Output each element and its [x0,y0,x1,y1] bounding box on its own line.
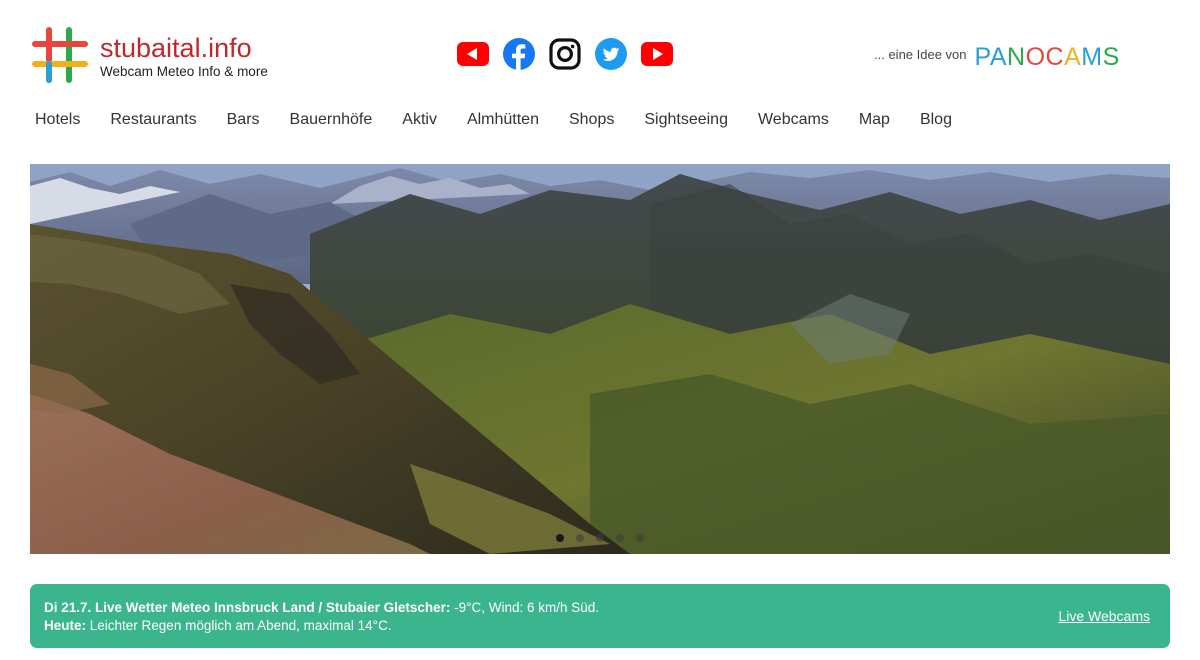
panocams-letter: S [1102,43,1120,71]
logo-title: stubaital.info [100,32,252,63]
slider-dots [556,534,644,542]
slider-dot[interactable] [616,534,624,542]
hashtag-logo-icon [32,27,90,85]
video-icon[interactable] [457,38,489,70]
panocams-letter: O [1025,43,1046,71]
nav-item-sightseeing[interactable]: Sightseeing [644,109,728,131]
panocams-letter: A [989,43,1008,71]
instagram-icon[interactable] [549,38,581,70]
panocams-letter: C [1045,43,1065,71]
hero-slider[interactable] [30,164,1170,554]
nav-item-aktiv[interactable]: Aktiv [402,109,437,131]
nav-item-blog[interactable]: Blog [920,109,952,131]
panocams-credit: ... eine Idee von PANOCAMS [874,43,1120,72]
nav-item-almh-tten[interactable]: Almhütten [467,109,539,131]
panocams-letter: M [1081,43,1103,71]
nav-item-bauernh-fe[interactable]: Bauernhöfe [290,109,373,131]
slider-dot[interactable] [596,534,604,542]
weather-today-label: Heute: [44,618,87,633]
slider-dot[interactable] [556,534,564,542]
panocams-letter: P [974,43,990,71]
live-webcams-link[interactable]: Live Webcams [1058,608,1150,624]
site-header: stubaital.info Webcam Meteo Info & more … [0,0,1200,128]
slider-dot[interactable] [636,534,644,542]
weather-current: -9°C, Wind: 6 km/h Süd. [450,600,600,615]
nav-item-hotels[interactable]: Hotels [35,109,80,131]
mountain-landscape-image [30,164,1170,554]
site-logo[interactable]: stubaital.info Webcam Meteo Info & more [32,27,268,85]
nav-item-shops[interactable]: Shops [569,109,614,131]
facebook-icon[interactable] [503,38,535,70]
nav-item-map[interactable]: Map [859,109,890,131]
idea-text: ... eine Idee von [874,47,967,62]
twitter-icon[interactable] [595,38,627,70]
nav-item-webcams[interactable]: Webcams [758,109,829,131]
nav-item-restaurants[interactable]: Restaurants [110,109,196,131]
weather-forecast: Leichter Regen möglich am Abend, maximal… [86,618,392,633]
logo-subtitle: Webcam Meteo Info & more [100,63,268,79]
weather-date-location: Di 21.7. Live Wetter Meteo Innsbruck Lan… [44,600,451,615]
panocams-letter: N [1007,43,1026,71]
weather-line-1: Di 21.7. Live Wetter Meteo Innsbruck Lan… [44,599,1156,617]
panocams-letter: A [1064,43,1082,71]
weather-banner: Di 21.7. Live Wetter Meteo Innsbruck Lan… [30,584,1170,648]
slider-dot[interactable] [576,534,584,542]
weather-line-2: Heute: Leichter Regen möglich am Abend, … [44,617,1156,635]
social-links [457,38,673,70]
main-nav: Hotels Restaurants Bars Bauernhöfe Aktiv Almh… [35,109,952,131]
panocams-logo[interactable]: PANOCAMS [975,43,1120,72]
nav-item-bars[interactable]: Bars [227,109,260,131]
youtube-icon[interactable] [641,38,673,70]
